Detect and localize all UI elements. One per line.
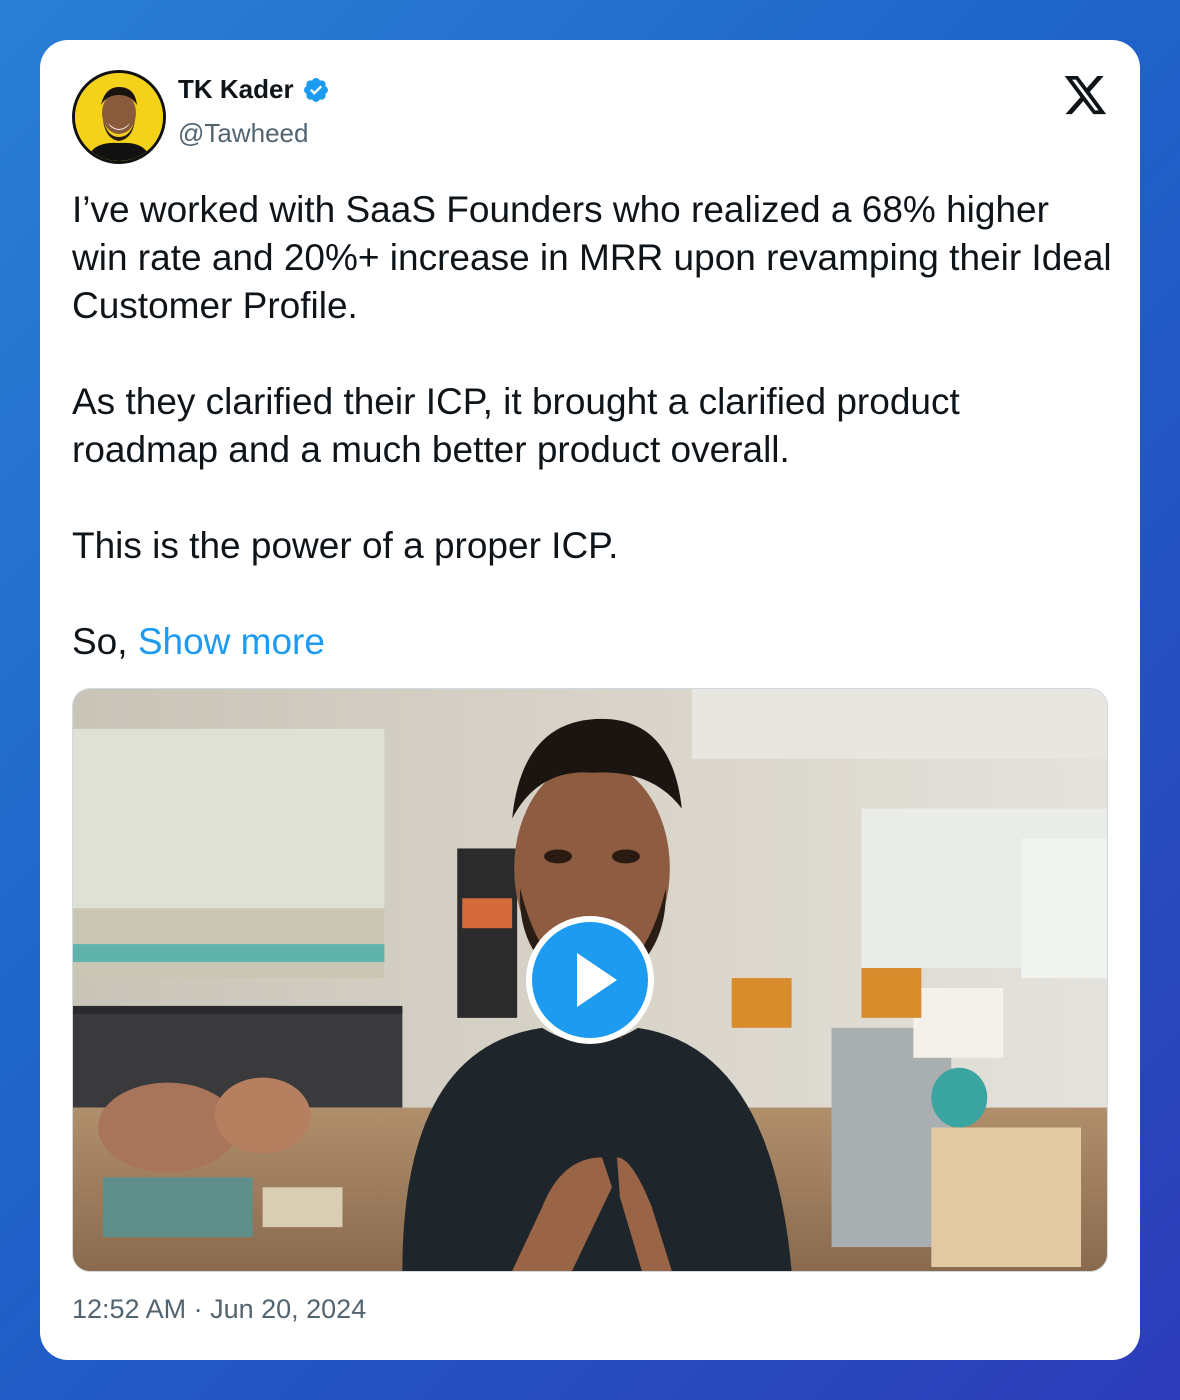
tweet-paragraph: As they clarified their ICP, it brought … [72, 381, 960, 470]
show-more-link[interactable]: Show more [138, 621, 325, 662]
timestamp-separator: · [186, 1294, 211, 1324]
tweet-paragraph: This is the power of a proper ICP. [72, 525, 619, 566]
tweet-timestamp[interactable]: 12:52 AM · Jun 20, 2024 [72, 1294, 366, 1325]
play-icon[interactable] [523, 913, 657, 1047]
video-thumbnail[interactable] [72, 688, 1108, 1272]
tweet-paragraph: I’ve worked with SaaS Founders who reali… [72, 189, 1112, 326]
tweet-time: 12:52 AM [72, 1294, 187, 1324]
tweet-card: TK Kader @Tawheed I’ve worked with SaaS … [40, 40, 1140, 1360]
x-logo-icon[interactable] [1064, 76, 1108, 116]
author-name[interactable]: TK Kader [178, 74, 294, 105]
verified-badge-icon [303, 77, 328, 102]
author-name-row: TK Kader [178, 74, 330, 105]
person-avatar-icon [75, 73, 163, 161]
tweet-paragraph-prefix: So, [72, 621, 138, 662]
tweet-date: Jun 20, 2024 [210, 1294, 367, 1324]
author-avatar[interactable] [72, 70, 166, 164]
tweet-text: I’ve worked with SaaS Founders who reali… [72, 186, 1112, 666]
tweet-paragraph-truncated: So, Show more [72, 618, 1112, 666]
author-handle[interactable]: @Tawheed [178, 118, 308, 149]
